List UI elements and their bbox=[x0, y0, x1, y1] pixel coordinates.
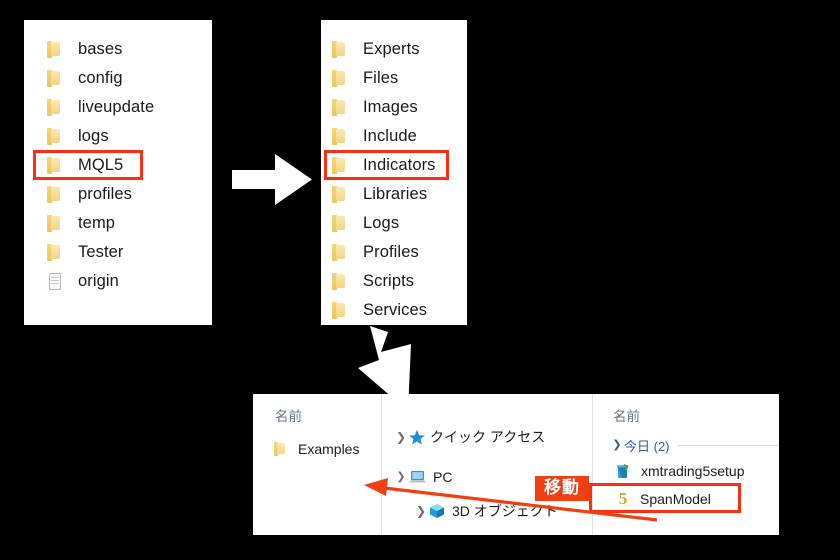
star-icon bbox=[408, 429, 426, 445]
list-item-label: temp bbox=[78, 214, 116, 232]
list-item-label: Experts bbox=[363, 40, 420, 58]
tree-item-label: クイック アクセス bbox=[430, 429, 546, 445]
chevron-down-icon[interactable]: ❯ bbox=[394, 471, 408, 483]
folder-list: Experts Files Images Include Indicators … bbox=[321, 20, 467, 325]
list-item-label: xmtrading5setup bbox=[641, 463, 745, 479]
list-item[interactable]: Libraries bbox=[331, 180, 467, 209]
list-item-label: Tester bbox=[78, 243, 124, 261]
list-item[interactable]: bases bbox=[46, 35, 212, 64]
list-item-label: profiles bbox=[78, 185, 132, 203]
list-item-label: bases bbox=[78, 40, 123, 58]
list-item-label: Logs bbox=[363, 214, 400, 232]
list-item-label: logs bbox=[78, 127, 109, 145]
list-item[interactable]: config bbox=[46, 64, 212, 93]
arrow-right-icon bbox=[232, 152, 312, 207]
folder-icon bbox=[331, 301, 349, 321]
tree-item-label: 3D オブジェクト bbox=[452, 503, 558, 519]
list-item-label: MQL5 bbox=[78, 156, 124, 174]
list-item[interactable]: Profiles bbox=[331, 238, 467, 267]
folder-icon bbox=[331, 214, 349, 234]
list-item[interactable]: logs bbox=[46, 122, 212, 151]
folder-icon bbox=[331, 156, 349, 176]
list-item-label: Services bbox=[363, 301, 428, 319]
list-item[interactable]: Files bbox=[331, 64, 467, 93]
mq5-file-icon: 5 bbox=[618, 489, 628, 508]
folder-list: bases config liveupdate logs MQL5 profil… bbox=[24, 20, 212, 296]
group-divider bbox=[677, 444, 778, 446]
folder-icon bbox=[331, 127, 349, 147]
computer-icon bbox=[408, 469, 428, 485]
move-label-badge: 移動 bbox=[535, 476, 589, 501]
folder-icon bbox=[46, 69, 64, 89]
list-item[interactable]: origin bbox=[46, 267, 212, 296]
folder-icon bbox=[331, 40, 349, 60]
list-item-examples[interactable]: Examples bbox=[273, 436, 381, 462]
column-header-name: 名前 bbox=[613, 409, 640, 424]
move-label-text: 移動 bbox=[544, 478, 580, 498]
tree-item-quick-access[interactable]: ❯ クイック アクセス bbox=[382, 424, 592, 450]
list-item[interactable]: Services bbox=[331, 296, 467, 325]
folder-icon bbox=[46, 214, 64, 234]
list-item[interactable]: profiles bbox=[46, 180, 212, 209]
chevron-right-icon[interactable]: ❯ bbox=[394, 431, 408, 443]
list-item-label: Indicators bbox=[363, 156, 436, 174]
downloads-content-pane: 名前 ❯ 今日 (2) xmtrading5setup 5 SpanModel bbox=[589, 394, 778, 535]
list-item-label: Include bbox=[363, 127, 417, 145]
folder-icon bbox=[331, 185, 349, 205]
list-item-label: config bbox=[78, 69, 123, 87]
mql-data-folder-panel: bases config liveupdate logs MQL5 profil… bbox=[24, 20, 212, 325]
list-item-label: Examples bbox=[298, 441, 360, 457]
folder-icon bbox=[46, 156, 64, 176]
list-item-label: Libraries bbox=[363, 185, 428, 203]
mql5-subfolder-panel: Experts Files Images Include Indicators … bbox=[321, 20, 467, 325]
list-item[interactable]: Images bbox=[331, 93, 467, 122]
list-item[interactable]: Include bbox=[331, 122, 467, 151]
folder-icon bbox=[331, 243, 349, 263]
tree-item-3d-objects[interactable]: ❯ 3D オブジェクト bbox=[382, 498, 592, 524]
folder-icon bbox=[273, 441, 288, 458]
navigation-tree-pane: ❯ クイック アクセス ❯ PC ❯ 3D オブジェクト bbox=[381, 394, 592, 535]
list-item-label: Files bbox=[363, 69, 399, 87]
list-item-label: Profiles bbox=[363, 243, 419, 261]
list-item[interactable]: Experts bbox=[331, 35, 467, 64]
list-item[interactable]: liveupdate bbox=[46, 93, 212, 122]
list-item-mql5[interactable]: MQL5 bbox=[33, 150, 212, 180]
file-explorer-window: 名前 Examples ❯ クイック アクセス ❯ PC ❯ 3D オブジェクト… bbox=[253, 394, 779, 535]
folder-icon bbox=[46, 98, 64, 118]
folder-icon bbox=[331, 98, 349, 118]
chevron-right-icon[interactable]: ❯ bbox=[414, 505, 428, 517]
list-item-label: origin bbox=[78, 272, 119, 290]
folder-icon bbox=[46, 40, 64, 60]
list-item[interactable]: temp bbox=[46, 209, 212, 238]
list-item-label: SpanModel bbox=[640, 491, 711, 507]
chevron-down-icon[interactable]: ❯ bbox=[610, 439, 624, 451]
list-item[interactable]: Tester bbox=[46, 238, 212, 267]
folder-icon bbox=[331, 272, 349, 292]
list-item[interactable]: Logs bbox=[331, 209, 467, 238]
folder-icon bbox=[46, 127, 64, 147]
tree-item-label: PC bbox=[433, 469, 453, 485]
installer-icon bbox=[615, 462, 633, 480]
folder-icon bbox=[46, 185, 64, 205]
list-item-label: Images bbox=[363, 98, 418, 116]
list-item[interactable]: Scripts bbox=[331, 267, 467, 296]
group-header-today[interactable]: ❯ 今日 (2) bbox=[593, 434, 778, 456]
list-item-indicators[interactable]: Indicators bbox=[324, 150, 467, 180]
indicators-content-pane: 名前 Examples bbox=[253, 394, 381, 535]
list-item-label: liveupdate bbox=[78, 98, 155, 116]
cube-icon bbox=[428, 503, 446, 519]
list-item-xmtrading5setup[interactable]: xmtrading5setup bbox=[593, 458, 778, 484]
document-icon bbox=[46, 272, 64, 292]
group-header-label: 今日 (2) bbox=[624, 438, 670, 454]
folder-icon bbox=[46, 243, 64, 263]
column-header-name: 名前 bbox=[275, 409, 302, 424]
list-item-label: Scripts bbox=[363, 272, 415, 290]
folder-icon bbox=[331, 69, 349, 89]
list-item-spanmodel[interactable]: 5 SpanModel bbox=[589, 483, 778, 513]
